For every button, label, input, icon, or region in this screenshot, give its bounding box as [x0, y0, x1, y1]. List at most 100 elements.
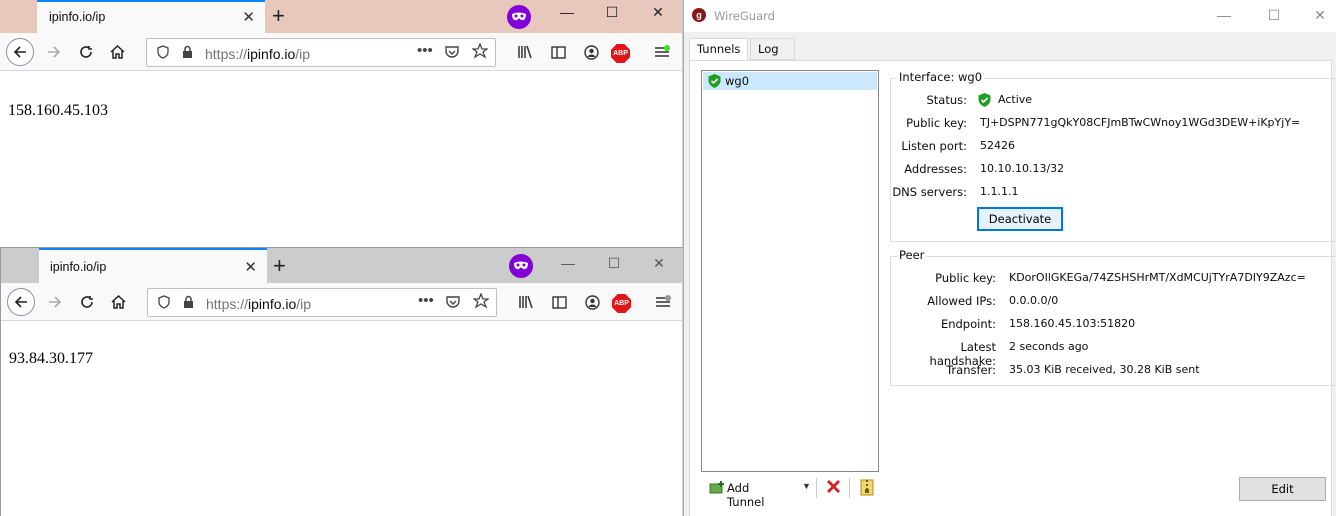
close-window-button[interactable]: ✕: [643, 4, 673, 21]
navigation-toolbar: https://ipinfo.io/ip ••• ABP: [1, 283, 682, 321]
url-text: https://ipinfo.io/ip: [206, 296, 312, 312]
title-bar: ɡ WireGuard — ☐ ✕: [684, 0, 1336, 32]
transfer-label: Transfer:: [946, 363, 996, 377]
public-key-value: TJ+DSPN771gQkY08CFJmBTwCWnoy1WGd3DEW+iKp…: [980, 116, 1301, 129]
add-tunnel-icon: [709, 480, 725, 499]
delete-tunnel-icon[interactable]: [826, 479, 841, 497]
bookmark-star-icon[interactable]: [471, 42, 489, 62]
navigation-toolbar: https://ipinfo.io/ip ••• ABP: [0, 33, 682, 71]
maximize-button[interactable]: ☐: [597, 4, 627, 21]
add-tunnel-button[interactable]: Add Tunnel: [727, 481, 764, 509]
private-browsing-icon: [507, 5, 531, 29]
close-window-button[interactable]: ✕: [1305, 7, 1335, 24]
home-icon[interactable]: [104, 288, 132, 316]
handshake-value: 2 seconds ago: [1009, 340, 1089, 353]
tunnel-name: wg0: [725, 74, 750, 88]
export-zip-icon[interactable]: [860, 479, 874, 499]
addresses-label: Addresses:: [904, 162, 967, 176]
minimize-button[interactable]: —: [553, 255, 583, 271]
close-window-button[interactable]: ✕: [644, 255, 674, 272]
account-icon[interactable]: [577, 38, 605, 66]
menu-icon[interactable]: [648, 38, 676, 66]
reload-icon[interactable]: [72, 38, 100, 66]
tracking-shield-icon[interactable]: [158, 295, 170, 312]
browser-tab[interactable]: ipinfo.io/ip ✕: [39, 248, 267, 283]
pocket-icon[interactable]: [445, 45, 459, 62]
dns-value: 1.1.1.1: [980, 185, 1019, 198]
lock-icon[interactable]: [182, 45, 193, 62]
sidebar-icon[interactable]: [544, 38, 572, 66]
bookmark-star-icon[interactable]: [472, 292, 490, 312]
reload-icon[interactable]: [73, 288, 101, 316]
active-shield-icon: [708, 74, 721, 88]
edit-button[interactable]: Edit: [1239, 477, 1326, 501]
forward-button[interactable]: [40, 38, 68, 66]
tunnel-list[interactable]: wg0: [701, 70, 879, 472]
page-ip-text: 158.160.45.103: [8, 102, 108, 119]
tracking-shield-icon[interactable]: [157, 45, 169, 62]
account-icon[interactable]: [578, 288, 606, 316]
back-button[interactable]: [6, 38, 34, 66]
close-tab-icon[interactable]: ✕: [244, 258, 257, 276]
listen-port-value: 52426: [980, 139, 1015, 152]
lock-icon[interactable]: [183, 295, 194, 312]
addresses-value: 10.10.10.13/32: [980, 162, 1065, 175]
forward-button[interactable]: [41, 288, 69, 316]
endpoint-label: Endpoint:: [940, 317, 996, 331]
deactivate-button[interactable]: Deactivate: [977, 207, 1063, 231]
toolbar-separator: [816, 478, 817, 498]
page-actions-icon[interactable]: •••: [418, 292, 434, 309]
browser-tab[interactable]: ipinfo.io/ip ✕: [37, 0, 265, 33]
pocket-icon[interactable]: [446, 295, 460, 312]
tab-log[interactable]: Log: [750, 38, 795, 60]
chevron-down-icon[interactable]: ▼: [802, 481, 811, 491]
tab-title: ipinfo.io/ip: [49, 10, 106, 24]
status-value: Active: [998, 93, 1033, 106]
back-button[interactable]: [7, 288, 35, 316]
url-bar[interactable]: https://ipinfo.io/ip •••: [146, 38, 496, 67]
private-browsing-icon: [509, 254, 533, 278]
page-ip-text: 93.84.30.177: [9, 350, 93, 367]
allowed-ips-label: Allowed IPs:: [927, 294, 996, 308]
tab-title: ipinfo.io/ip: [50, 260, 107, 274]
peer-public-key-label: Public key:: [935, 271, 996, 285]
url-text: https://ipinfo.io/ip: [205, 46, 311, 62]
peer-public-key-value: KDorOIlGKEGa/74ZSHSHrMT/XdMCUjTYrA7DIY9Z…: [1009, 271, 1306, 284]
page-actions-icon[interactable]: •••: [417, 42, 433, 59]
wireguard-window: ɡ WireGuard — ☐ ✕ Tunnels Log wg0 Interf…: [683, 0, 1336, 516]
transfer-value: 35.03 KiB received, 30.28 KiB sent: [1009, 363, 1200, 376]
interface-title: Interface: wg0: [897, 70, 985, 84]
toolbar-separator: [849, 478, 850, 498]
wireguard-logo-icon: ɡ: [692, 8, 706, 22]
interface-group: Interface: wg0 Status: Active Public key…: [890, 70, 1336, 242]
sidebar-icon[interactable]: [545, 288, 573, 316]
minimize-button[interactable]: —: [1209, 7, 1239, 23]
home-icon[interactable]: [103, 38, 131, 66]
status-label: Status:: [926, 93, 967, 107]
url-bar[interactable]: https://ipinfo.io/ip •••: [147, 288, 497, 317]
listen-port-label: Listen port:: [901, 139, 967, 153]
minimize-button[interactable]: —: [552, 4, 582, 20]
tab-strip: ipinfo.io/ip ✕ + — ☐ ✕: [1, 248, 682, 283]
tunnels-panel: wg0 Interface: wg0 Status: Active Public…: [689, 60, 1336, 516]
maximize-button[interactable]: ☐: [1259, 7, 1289, 24]
endpoint-value: 158.160.45.103:51820: [1009, 317, 1136, 330]
tunnel-item-wg0[interactable]: wg0: [703, 72, 877, 90]
library-icon[interactable]: [512, 288, 540, 316]
adblock-plus-icon[interactable]: ABP: [612, 294, 631, 313]
active-shield-icon: [978, 93, 991, 107]
public-key-label: Public key:: [906, 116, 967, 130]
firefox-window-bottom: ipinfo.io/ip ✕ + — ☐ ✕ https://ipinfo.io…: [0, 247, 683, 516]
firefox-window-top: ipinfo.io/ip ✕ + — ☐ ✕ https://ipinfo.io…: [0, 0, 683, 247]
tab-strip: ipinfo.io/ip ✕ + — ☐ ✕: [0, 0, 682, 33]
new-tab-button[interactable]: +: [273, 253, 286, 279]
allowed-ips-value: 0.0.0.0/0: [1009, 294, 1059, 307]
new-tab-button[interactable]: +: [272, 3, 285, 29]
library-icon[interactable]: [511, 38, 539, 66]
window-title: WireGuard: [714, 9, 775, 23]
tab-tunnels[interactable]: Tunnels: [689, 38, 749, 61]
adblock-plus-icon[interactable]: ABP: [611, 44, 630, 63]
close-tab-icon[interactable]: ✕: [242, 8, 255, 26]
maximize-button[interactable]: ☐: [599, 255, 629, 272]
menu-icon[interactable]: [649, 288, 677, 316]
